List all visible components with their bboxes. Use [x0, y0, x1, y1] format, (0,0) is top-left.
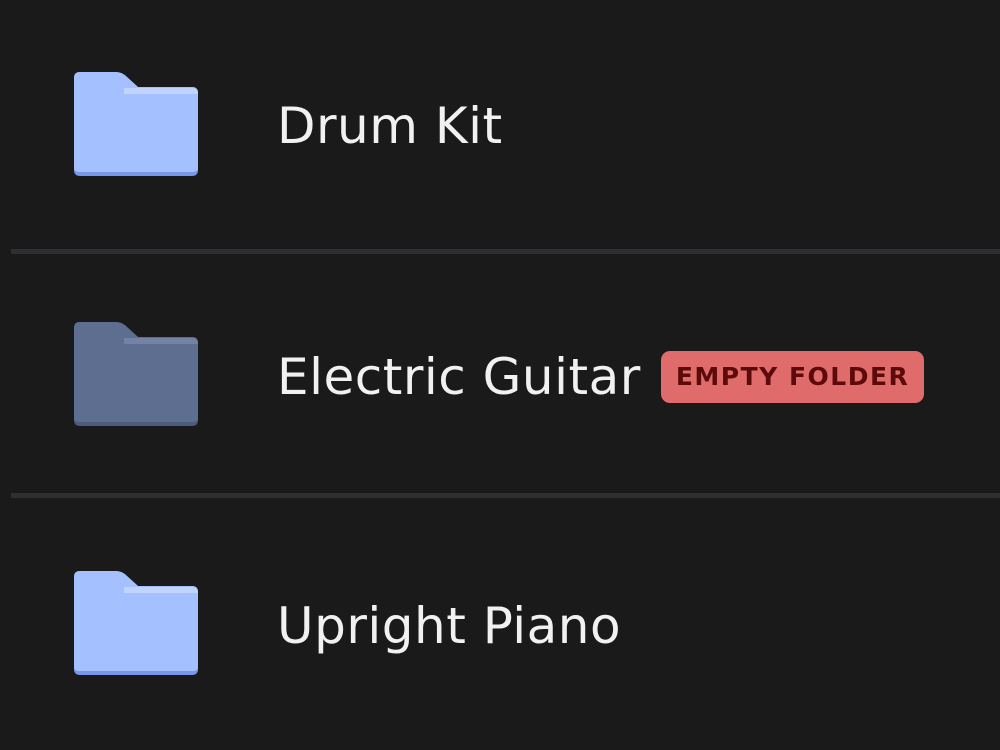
folder-row-electric-guitar[interactable]: Electric Guitar EMPTY FOLDER [0, 252, 1000, 494]
folder-row-drum-kit[interactable]: Drum Kit [0, 0, 1000, 250]
folder-list: Drum Kit Electric Guitar EMPTY FOLDER Up… [0, 0, 1000, 750]
folder-icon [72, 571, 200, 677]
folder-icon [72, 72, 200, 178]
folder-row-upright-piano[interactable]: Upright Piano [0, 497, 1000, 750]
folder-name: Upright Piano [277, 597, 622, 655]
folder-icon [72, 322, 200, 428]
folder-name: Drum Kit [277, 97, 503, 155]
empty-folder-badge: EMPTY FOLDER [660, 351, 925, 403]
folder-name: Electric Guitar [277, 348, 641, 406]
